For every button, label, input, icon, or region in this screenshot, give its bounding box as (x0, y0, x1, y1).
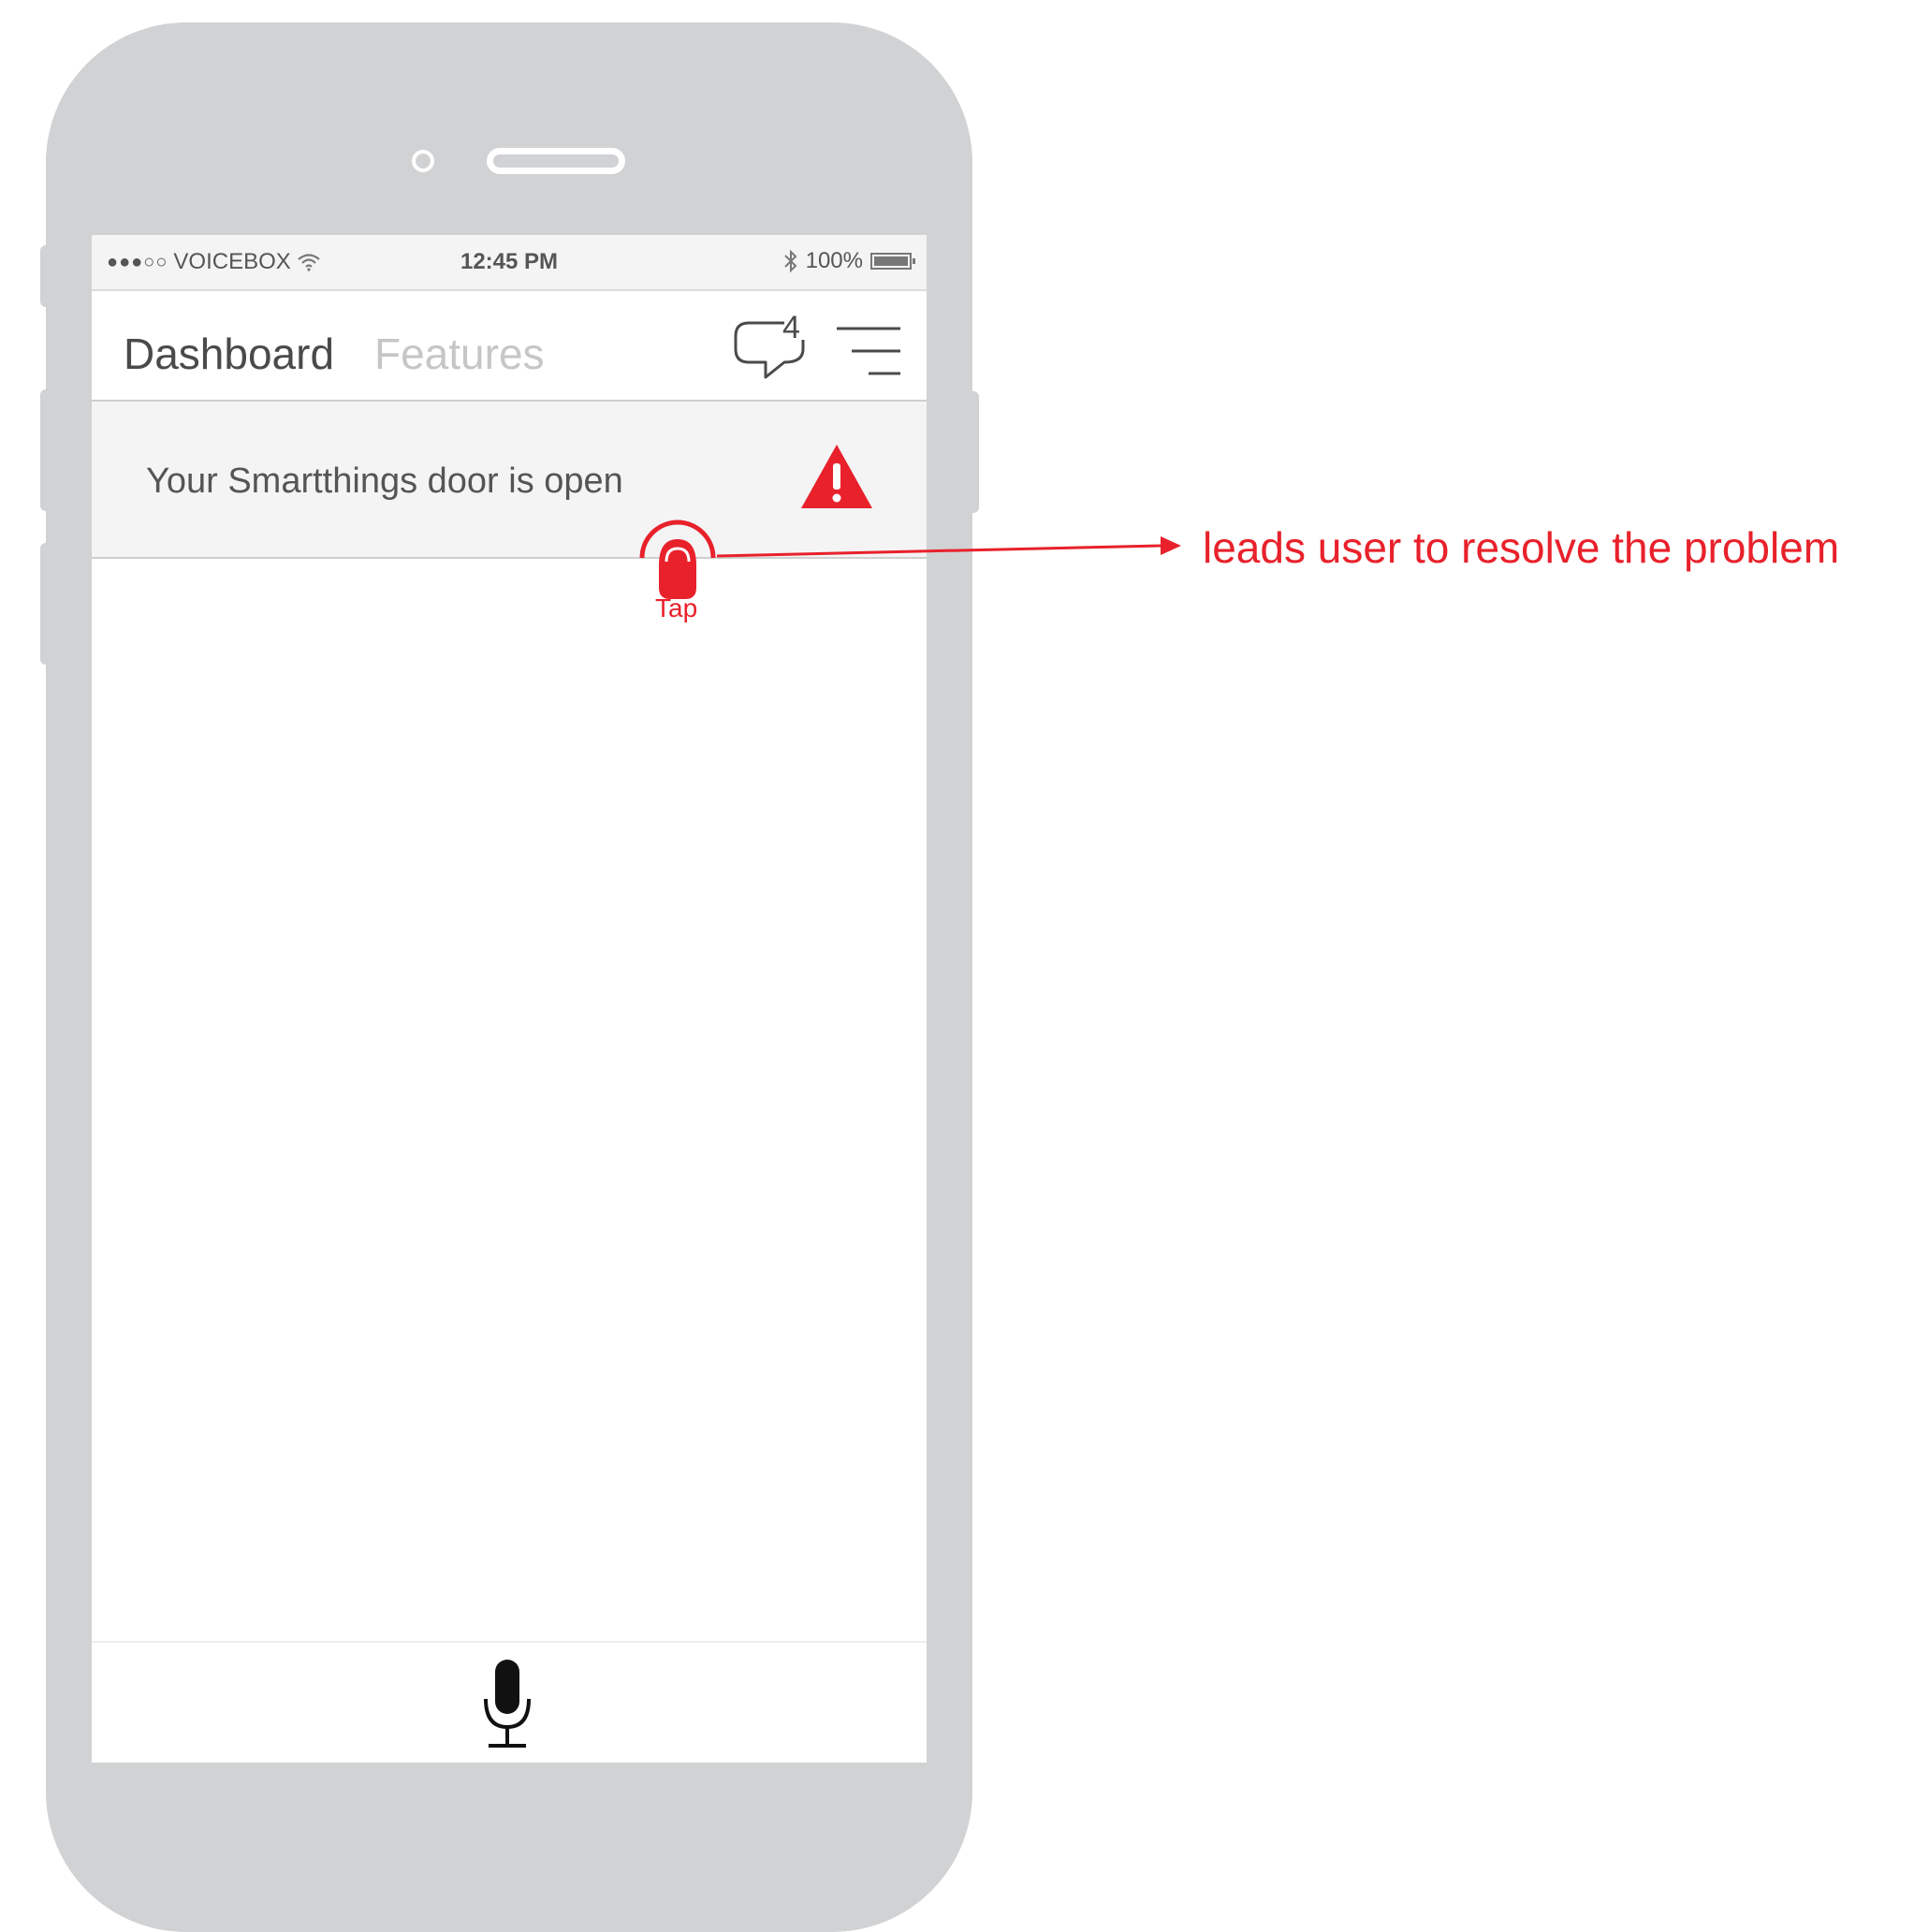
annotation-arrow (716, 536, 1181, 558)
microphone-icon[interactable] (477, 1658, 537, 1751)
tap-label: Tap (655, 593, 698, 622)
voice-input-bar (92, 1641, 927, 1763)
annotation-note: leads user to resolve the problem (1203, 523, 1840, 572)
